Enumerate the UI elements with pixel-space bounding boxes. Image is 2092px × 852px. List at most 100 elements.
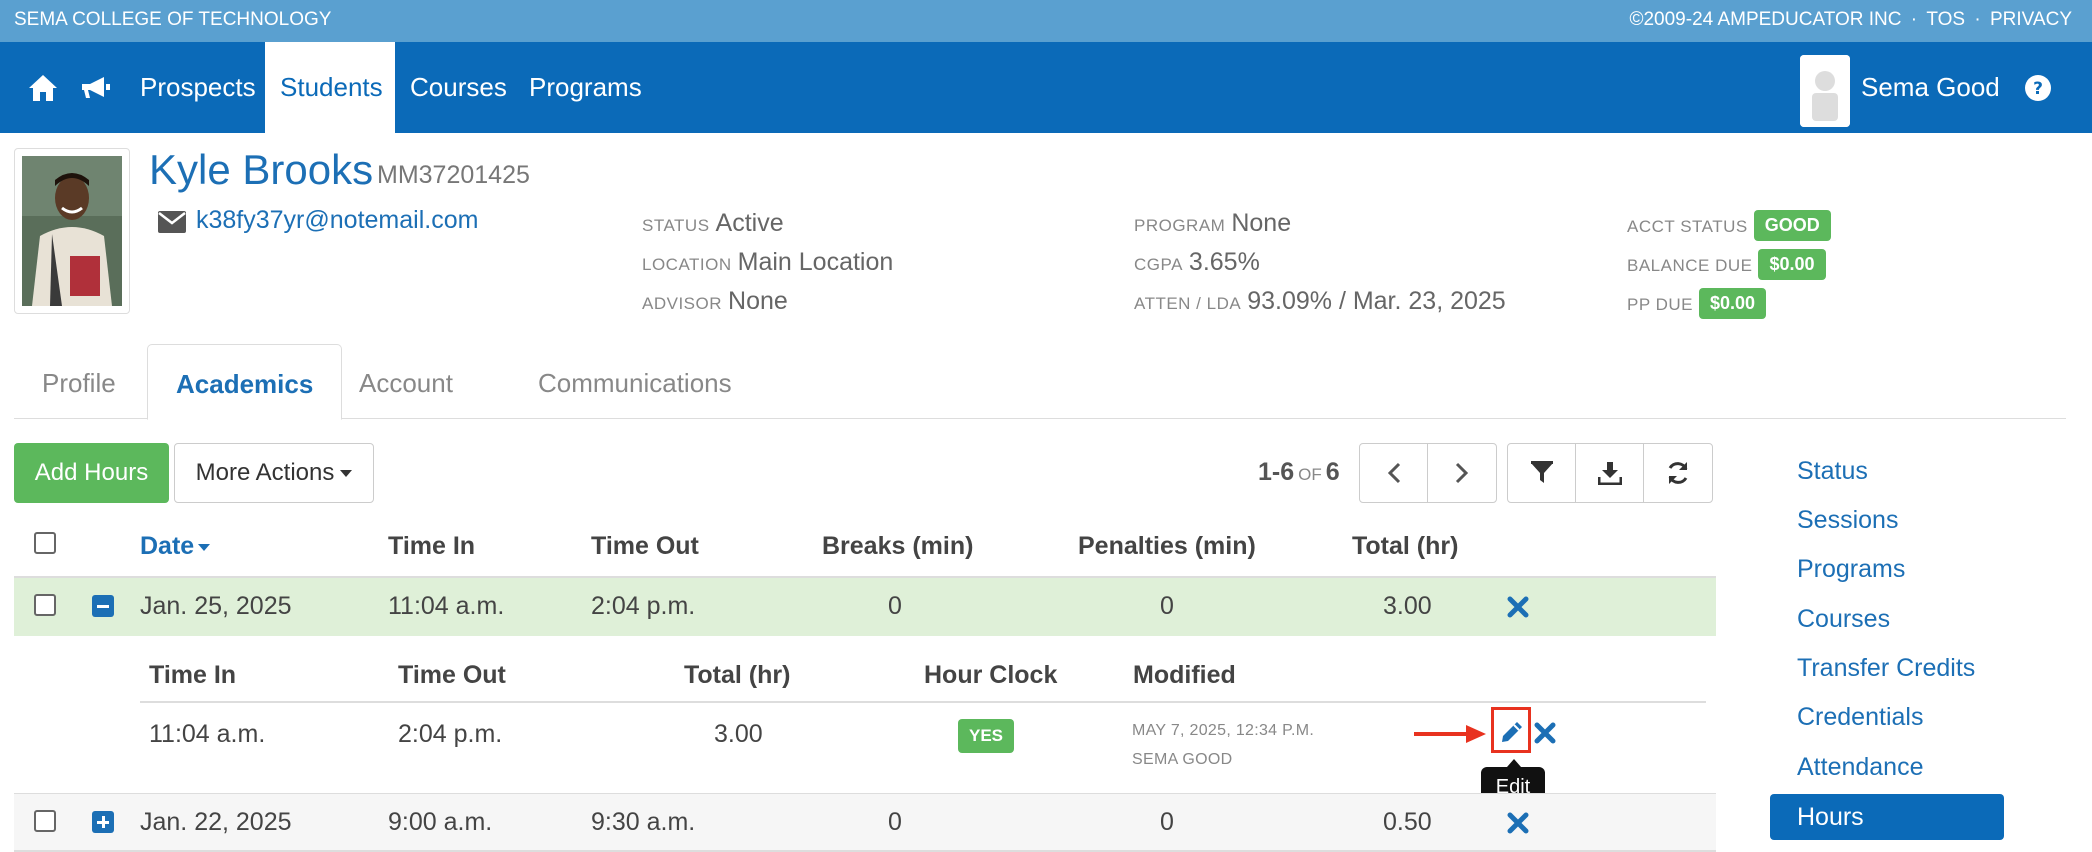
cell-total: 0.50	[1383, 808, 1432, 836]
row-checkbox[interactable]	[34, 594, 56, 616]
modified-date: MAY 7, 2025, 12:34 P.M.	[1132, 722, 1315, 739]
info-balance-due: BALANCE DUE $0.00	[1627, 249, 1826, 280]
cell-penalties: 0	[1160, 808, 1174, 836]
student-name: Kyle Brooks	[149, 146, 374, 193]
cell-time-out: 2:04 p.m.	[591, 592, 696, 620]
acct-status-badge: GOOD	[1753, 210, 1831, 241]
expand-icon[interactable]	[92, 811, 114, 833]
cell-penalties: 0	[1160, 592, 1174, 620]
cell-date: Jan. 22, 2025	[140, 808, 292, 836]
cell-breaks: 0	[888, 592, 902, 620]
delete-icon[interactable]	[1534, 722, 1556, 744]
chevron-right-icon	[1455, 462, 1469, 484]
delete-icon[interactable]	[1507, 596, 1529, 618]
select-all-checkbox[interactable]	[34, 532, 56, 554]
separator: ·	[1974, 9, 1981, 30]
tab-account[interactable]: Account	[331, 344, 481, 419]
modified-by: SEMA GOOD	[1132, 751, 1233, 768]
sub-cell-total: 3.00	[714, 720, 763, 748]
cell-time-in: 9:00 a.m.	[388, 808, 493, 836]
next-page-button[interactable]	[1428, 444, 1496, 502]
cell-total: 3.00	[1383, 592, 1432, 620]
filter-icon	[1530, 461, 1553, 483]
home-icon[interactable]	[25, 70, 61, 106]
col-date[interactable]: Date	[140, 532, 211, 561]
top-bar: SEMA COLLEGE OF TECHNOLOGY ©2009-24 AMPE…	[0, 0, 2092, 42]
sidebar-item-attendance[interactable]: Attendance	[1797, 753, 1924, 782]
separator: ·	[1910, 9, 1918, 30]
col-time-in: Time In	[388, 532, 476, 560]
student-id: MM37201425	[377, 161, 530, 189]
tab-profile[interactable]: Profile	[14, 344, 144, 419]
collapse-icon[interactable]	[92, 595, 114, 617]
delete-icon[interactable]	[1507, 812, 1529, 834]
sidebar-item-credentials[interactable]: Credentials	[1797, 703, 1923, 732]
nav-students[interactable]: Students	[265, 42, 395, 133]
info-attendance: ATTEN / LDA 93.09% / Mar. 23, 2025	[1134, 287, 1506, 315]
annotation-arrow	[1414, 722, 1488, 751]
user-name[interactable]: Sema Good	[1861, 42, 2000, 133]
privacy-link[interactable]: PRIVACY	[1990, 9, 2072, 30]
info-advisor: ADVISOR None	[642, 287, 788, 315]
divider	[140, 701, 1706, 703]
sidebar-item-status[interactable]: Status	[1797, 457, 1868, 486]
pager-info: 1-6 OF 6	[1258, 458, 1340, 486]
cell-time-out: 9:30 a.m.	[591, 808, 696, 836]
hour-clock-badge: YES	[958, 719, 1015, 753]
info-location: LOCATION Main Location	[642, 248, 894, 276]
sidebar-item-programs[interactable]: Programs	[1797, 555, 1905, 584]
caret-down-icon	[340, 469, 353, 477]
pp-due-badge: $0.00	[1699, 288, 1767, 319]
add-hours-button[interactable]: Add Hours	[14, 443, 169, 503]
student-email[interactable]: k38fy37yr@notemail.com	[196, 206, 478, 235]
cell-breaks: 0	[888, 808, 902, 836]
nav-courses[interactable]: Courses	[395, 42, 522, 133]
balance-badge: $0.00	[1758, 249, 1826, 280]
info-acct-status: ACCT STATUS GOOD	[1627, 210, 1831, 241]
tab-communications[interactable]: Communications	[510, 344, 760, 419]
filter-button[interactable]	[1508, 444, 1576, 502]
col-total: Total (hr)	[1352, 532, 1459, 560]
top-links: ©2009-24 AMPEDUCATOR INC · TOS · PRIVACY	[1625, 9, 2072, 31]
pencil-icon[interactable]	[1500, 720, 1522, 742]
row-checkbox[interactable]	[34, 810, 56, 832]
sub-col-modified: Modified	[1133, 661, 1236, 689]
info-status: STATUS Active	[642, 209, 784, 237]
cell-time-in: 11:04 a.m.	[388, 592, 505, 620]
tos-link[interactable]: TOS	[1926, 9, 1965, 30]
sidebar-item-transfer-credits[interactable]: Transfer Credits	[1797, 654, 1975, 683]
col-time-out: Time Out	[591, 532, 699, 560]
envelope-icon	[158, 211, 186, 238]
sub-col-time-out: Time Out	[398, 661, 506, 689]
copyright: ©2009-24 AMPEDUCATOR INC	[1629, 9, 1902, 30]
download-button[interactable]	[1576, 444, 1644, 502]
info-program: PROGRAM None	[1134, 209, 1292, 237]
cell-date: Jan. 25, 2025	[140, 592, 292, 620]
megaphone-icon[interactable]	[78, 70, 114, 106]
nav-prospects[interactable]: Prospects	[125, 42, 271, 133]
sidebar-item-hours[interactable]: Hours	[1770, 794, 2004, 840]
nav-programs[interactable]: Programs	[514, 42, 657, 133]
tab-academics[interactable]: Academics	[147, 344, 343, 420]
school-name: SEMA COLLEGE OF TECHNOLOGY	[14, 9, 332, 30]
sub-col-time-in: Time In	[149, 661, 237, 689]
sort-desc-icon	[198, 543, 211, 551]
svg-text:?: ?	[2033, 79, 2043, 99]
refresh-button[interactable]	[1644, 444, 1712, 502]
help-icon[interactable]: ?	[2024, 74, 2052, 102]
tool-buttons	[1507, 443, 1713, 503]
chevron-left-icon	[1387, 462, 1400, 484]
col-breaks: Breaks (min)	[822, 532, 974, 560]
refresh-icon	[1668, 462, 1688, 484]
download-icon	[1597, 462, 1622, 485]
sidebar-item-sessions[interactable]: Sessions	[1797, 506, 1898, 535]
user-avatar[interactable]	[1800, 55, 1850, 127]
student-tabs: Profile Academics Account Communications	[14, 344, 2066, 420]
more-actions-button[interactable]: More Actions	[174, 443, 374, 503]
sidebar-item-courses[interactable]: Courses	[1797, 605, 1890, 634]
student-photo	[14, 148, 130, 314]
info-cgpa: CGPA 3.65%	[1134, 248, 1260, 276]
sub-col-hour-clock: Hour Clock	[924, 661, 1058, 689]
prev-page-button[interactable]	[1360, 444, 1428, 502]
pager-buttons	[1359, 443, 1497, 503]
